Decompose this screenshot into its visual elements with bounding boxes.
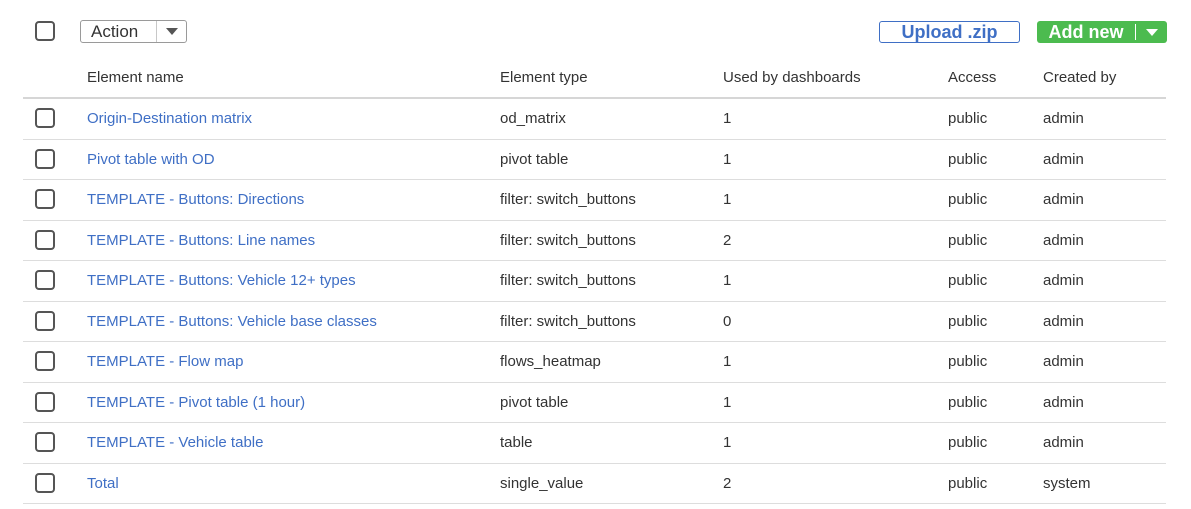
used-by-dashboards-cell: 1: [723, 110, 732, 127]
used-by-dashboards-cell: 1: [723, 150, 732, 168]
element-name-link[interactable]: TEMPLATE - Flow map: [87, 352, 243, 372]
element-name-link[interactable]: Pivot table with OD: [87, 150, 215, 170]
row-checkbox[interactable]: [35, 189, 55, 209]
select-all-checkbox[interactable]: [35, 21, 55, 41]
column-header-access[interactable]: Access: [948, 68, 996, 88]
add-new-label[interactable]: Add new: [1037, 21, 1135, 43]
upload-zip-button[interactable]: Upload .zip: [879, 21, 1020, 43]
column-header-element-type[interactable]: Element type: [500, 68, 588, 88]
used-by-dashboards-cell: 1: [723, 393, 732, 411]
caret-down-icon: [165, 28, 178, 35]
access-cell: public: [948, 231, 988, 249]
element-type-cell: single_value: [500, 474, 584, 492]
table-row: TEMPLATE - Flow map flows_heatmap 1 public a…: [23, 342, 1166, 383]
row-checkbox[interactable]: [35, 351, 55, 371]
table-row: TEMPLATE - Buttons: Directions filter: sw…: [23, 180, 1166, 221]
used-by-dashboards-cell: 1: [723, 353, 732, 370]
access-cell: public: [948, 434, 988, 451]
element-name-link[interactable]: TEMPLATE - Buttons: Vehicle base classes: [87, 312, 377, 332]
caret-down-icon: [1145, 28, 1158, 36]
element-type-cell: od_matrix: [500, 110, 566, 127]
access-cell: public: [948, 110, 988, 127]
created-by-cell: admin: [1043, 272, 1084, 289]
table-row: Total single_value 2 public system: [23, 464, 1166, 504]
element-name-link[interactable]: TEMPLATE - Buttons: Vehicle 12+ types: [87, 271, 356, 291]
created-by-cell: admin: [1043, 150, 1084, 168]
row-checkbox[interactable]: [35, 310, 55, 331]
created-by-cell: admin: [1043, 434, 1084, 451]
access-cell: public: [948, 353, 988, 370]
created-by-cell: admin: [1043, 191, 1084, 208]
action-dropdown-label: Action: [91, 22, 139, 41]
row-checkbox[interactable]: [35, 108, 55, 128]
access-cell: public: [948, 272, 988, 289]
table-row: TEMPLATE - Buttons: Vehicle 12+ types fil…: [23, 261, 1166, 302]
used-by-dashboards-cell: 1: [723, 272, 732, 289]
created-by-cell: admin: [1043, 353, 1084, 370]
row-checkbox[interactable]: [35, 432, 55, 452]
element-type-cell: flows_heatmap: [500, 353, 601, 370]
element-type-cell: filter: switch_buttons: [500, 272, 636, 289]
add-new-button[interactable]: Add new: [1037, 21, 1167, 43]
access-cell: public: [948, 312, 988, 330]
used-by-dashboards-cell: 2: [723, 231, 732, 249]
column-header-used-by-dashboards[interactable]: Used by dashboards: [723, 68, 861, 88]
element-type-cell: table: [500, 434, 533, 451]
used-by-dashboards-cell: 0: [723, 312, 732, 330]
row-checkbox[interactable]: [35, 148, 55, 169]
created-by-cell: admin: [1043, 312, 1084, 330]
element-name-link[interactable]: Total: [87, 474, 119, 494]
element-type-cell: filter: switch_buttons: [500, 191, 636, 208]
row-checkbox[interactable]: [35, 270, 55, 290]
used-by-dashboards-cell: 1: [723, 191, 732, 208]
element-type-cell: filter: switch_buttons: [500, 231, 636, 249]
action-dropdown[interactable]: Action: [80, 20, 187, 43]
created-by-cell: system: [1043, 474, 1091, 492]
element-type-cell: filter: switch_buttons: [500, 312, 636, 330]
access-cell: public: [948, 191, 988, 208]
action-dropdown-toggle[interactable]: [156, 21, 186, 42]
row-checkbox[interactable]: [35, 472, 55, 493]
column-header-created-by[interactable]: Created by: [1043, 68, 1116, 88]
used-by-dashboards-cell: 2: [723, 474, 732, 492]
created-by-cell: admin: [1043, 231, 1084, 249]
access-cell: public: [948, 474, 988, 492]
element-type-cell: pivot table: [500, 393, 569, 411]
used-by-dashboards-cell: 1: [723, 434, 732, 451]
elements-page: Action Upload .zip Add new Element name …: [0, 0, 1191, 509]
element-name-link[interactable]: TEMPLATE - Vehicle table: [87, 433, 263, 453]
table-row: Origin-Destination matrix od_matrix 1 publi…: [23, 99, 1166, 140]
table-row: TEMPLATE - Buttons: Line names filter: sw…: [23, 221, 1166, 261]
column-header-element-name[interactable]: Element name: [87, 68, 184, 88]
add-new-dropdown-toggle[interactable]: [1136, 21, 1167, 43]
table-row: Pivot table with OD pivot table 1 public adm…: [23, 140, 1166, 180]
access-cell: public: [948, 150, 988, 168]
element-name-link[interactable]: TEMPLATE - Pivot table (1 hour): [87, 393, 305, 413]
element-name-link[interactable]: Origin-Destination matrix: [87, 109, 252, 129]
table-row: TEMPLATE - Pivot table (1 hour) pivot tab…: [23, 383, 1166, 423]
element-name-link[interactable]: TEMPLATE - Buttons: Line names: [87, 231, 315, 251]
row-checkbox[interactable]: [35, 229, 55, 250]
table-row: TEMPLATE - Vehicle table table 1 public admi…: [23, 423, 1166, 464]
element-type-cell: pivot table: [500, 150, 569, 168]
created-by-cell: admin: [1043, 393, 1084, 411]
access-cell: public: [948, 393, 988, 411]
element-name-link[interactable]: TEMPLATE - Buttons: Directions: [87, 190, 304, 210]
created-by-cell: admin: [1043, 110, 1084, 127]
row-checkbox[interactable]: [35, 391, 55, 412]
table-row: TEMPLATE - Buttons: Vehicle base classes…: [23, 302, 1166, 342]
